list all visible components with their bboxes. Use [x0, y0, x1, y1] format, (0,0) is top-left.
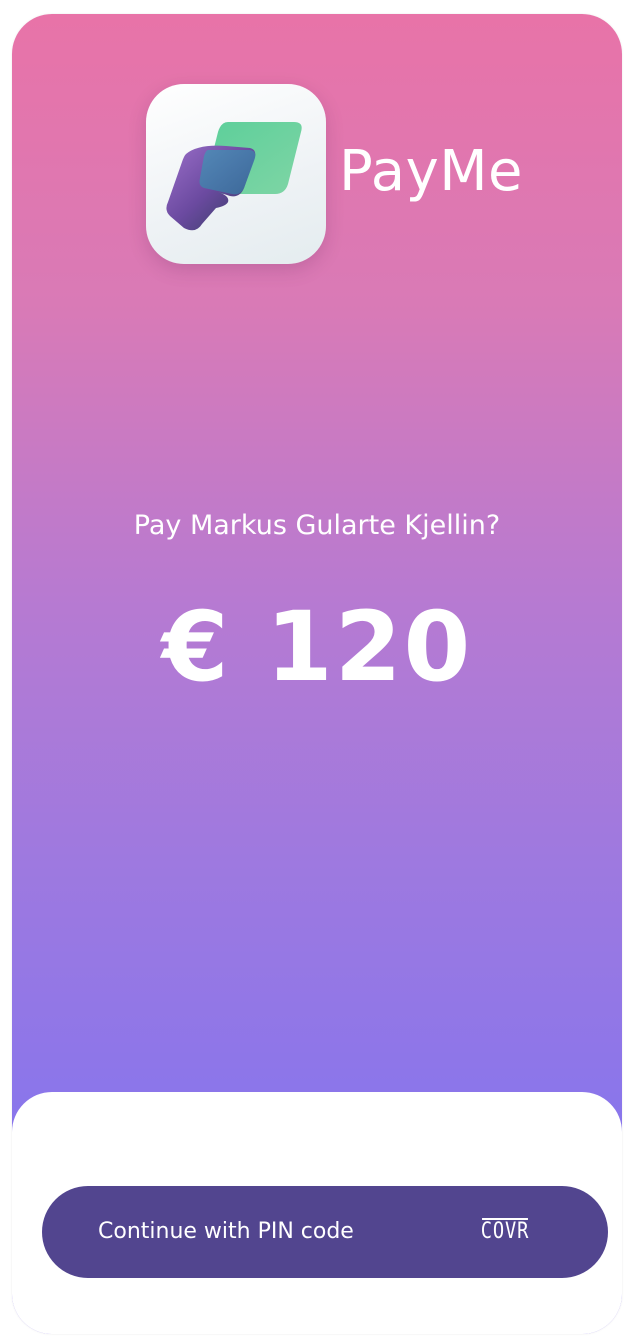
payment-amount: € 120	[161, 591, 473, 703]
app-header: PayMe	[12, 84, 622, 266]
bottom-sheet: Continue with PIN code COVR	[12, 1092, 622, 1334]
app-name: PayMe	[339, 139, 523, 204]
payment-question: Pay Markus Gularte Kjellin?	[133, 510, 501, 541]
phone-screen: PayMe Pay Markus Gularte Kjellin? € 120 …	[12, 14, 622, 1334]
continue-with-pin-button[interactable]: Continue with PIN code COVR	[42, 1186, 608, 1278]
payme-app-icon	[146, 84, 326, 264]
covr-logo-icon: COVR	[480, 1214, 529, 1250]
continue-with-pin-label: Continue with PIN code	[98, 1219, 354, 1244]
card-hand-icon	[166, 122, 302, 231]
